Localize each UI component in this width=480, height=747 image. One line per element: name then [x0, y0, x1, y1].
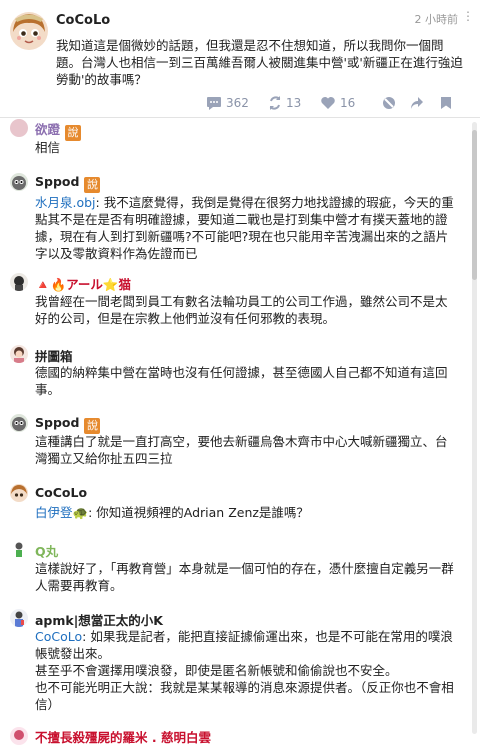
- views-count: 362: [226, 96, 249, 110]
- reply-avatar[interactable]: [10, 609, 28, 627]
- reply-badge: 說: [84, 418, 101, 434]
- share-icon: [411, 97, 423, 109]
- post-body: 我知道這是個微妙的話題，但我還是忍不住想知道，所以我問你一個問題。台灣人也相信一…: [56, 38, 463, 87]
- reply-author[interactable]: 🔺🔥アール⭐猫: [35, 274, 131, 293]
- mute-icon: [383, 97, 395, 109]
- reply-author[interactable]: 欲蹬說: [35, 119, 82, 141]
- reply-author[interactable]: apmk|想當正太的小K: [35, 610, 163, 629]
- reply-avatar[interactable]: [10, 727, 28, 745]
- reply-text: 相信: [35, 140, 61, 155]
- reply-avatar[interactable]: [10, 173, 28, 191]
- repost-icon: [269, 96, 281, 110]
- reply-avatar[interactable]: [10, 414, 28, 432]
- reply-text: 德國的納粹集中營在當時也沒有任何證據，甚至德國人自己都不知道有這回事。: [35, 365, 448, 397]
- post-time: 2 小時前: [414, 13, 459, 26]
- reply-item: 不擅長殺殭屍的羅米 . 慈明白雲: [0, 727, 480, 747]
- reposts-count: 13: [286, 96, 302, 110]
- views-stat[interactable]: 362: [206, 94, 249, 112]
- reply-text: 這樣說好了，「再教育營」本身就是一個可怕的存在，憑什麼擅自定義另一群人需要再教育…: [35, 561, 454, 593]
- comment-icon: [207, 97, 221, 110]
- reply-avatar[interactable]: [10, 540, 28, 558]
- mute-button[interactable]: [382, 94, 396, 112]
- reposts-stat[interactable]: 13: [268, 94, 301, 112]
- mention-link[interactable]: CoCoLo: [35, 629, 82, 644]
- reply-author[interactable]: 不擅長殺殭屍的羅米 . 慈明白雲: [35, 727, 211, 746]
- mention-link[interactable]: 水月泉.obj: [35, 195, 96, 210]
- mention-link[interactable]: 白伊登🐢: [35, 505, 88, 520]
- original-post: CoCoLo 2 小時前 ⋮ 我知道這是個微妙的話題，但我還是忍不住想知道，所以…: [0, 0, 480, 118]
- share-button[interactable]: [410, 94, 424, 112]
- reply-text: 白伊登🐢: 你知道視頻裡的Adrian Zenz是誰嗎？: [35, 505, 309, 520]
- likes-stat[interactable]: 16: [320, 94, 355, 112]
- heart-icon: [321, 97, 335, 109]
- scrollbar-thumb[interactable]: [472, 130, 477, 280]
- post-stats: 362 13 16: [0, 94, 480, 112]
- bookmark-icon: [441, 97, 451, 109]
- reply-text: 水月泉.obj: 我不這麼覺得，我倒是覺得在很努力地找證據的瑕疵，今天的重點其不…: [35, 195, 454, 261]
- reply-avatar[interactable]: [10, 345, 28, 363]
- author-avatar[interactable]: [10, 12, 48, 50]
- reply-text: CoCoLo: 如果我是記者，能把直接証據偷運出來，也是不可能在常用的噗浪帳號發…: [35, 629, 454, 712]
- more-options-icon[interactable]: ⋮: [462, 9, 474, 23]
- reply-author[interactable]: CoCoLo: [35, 485, 87, 500]
- reply-author[interactable]: Q丸: [35, 541, 58, 560]
- likes-count: 16: [340, 96, 356, 110]
- bookmark-button[interactable]: [440, 94, 452, 112]
- reply-author[interactable]: Sppod 說: [35, 415, 101, 434]
- reply-avatar[interactable]: [10, 119, 28, 137]
- reply-avatar[interactable]: [10, 273, 28, 291]
- reply-text: 這種講白了就是一直打高空，要他去新疆烏魯木齊市中心大喊新疆獨立、台灣獨立又給你扯…: [35, 434, 448, 466]
- reply-text: 我曾經在一間老闆到員工有數名法輪功員工的公司工作過，雖然公司不是太好的公司，但是…: [35, 294, 448, 326]
- reply-badge: 說: [84, 177, 101, 193]
- reply-author[interactable]: 拼圖箱: [35, 346, 73, 365]
- reply-avatar[interactable]: [10, 484, 28, 502]
- reply-author[interactable]: Sppod 說: [35, 174, 101, 193]
- post-author[interactable]: CoCoLo: [56, 13, 110, 28]
